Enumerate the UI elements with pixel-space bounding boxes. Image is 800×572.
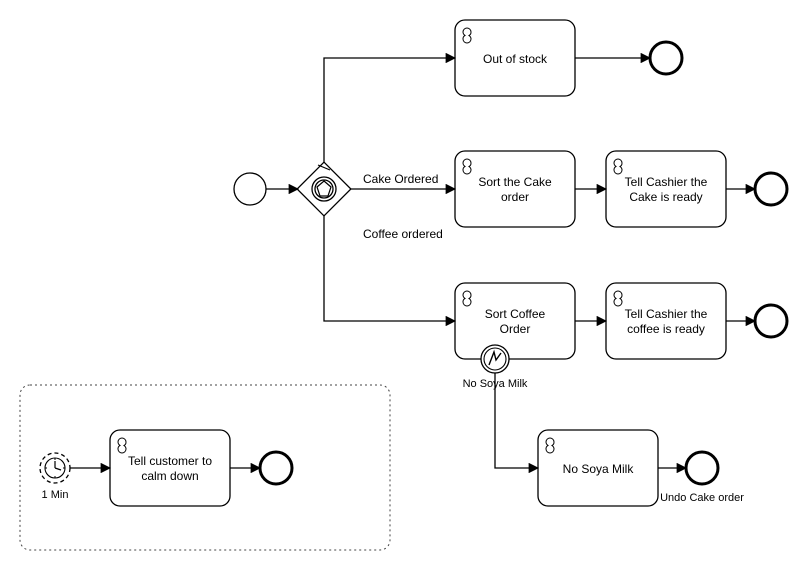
task-calm-label-2: calm down xyxy=(141,469,198,483)
label-undo-cake: Undo Cake order xyxy=(660,492,744,504)
end-event-calm[interactable] xyxy=(260,452,292,484)
end-event-coffee[interactable] xyxy=(755,305,787,337)
task-tell-cake[interactable]: Tell Cashier the Cake is ready Tell Cash… xyxy=(606,151,726,227)
task-no-soya[interactable]: No Soya Milk xyxy=(538,430,658,506)
task-no-soya-label: No Soya Milk xyxy=(563,462,635,476)
end-event-stock[interactable] xyxy=(650,42,682,74)
task-sort-cake-label-2: order xyxy=(501,190,529,204)
task-tell-coffee-label-2: coffee is ready xyxy=(627,322,705,336)
end-event-no-soya[interactable] xyxy=(686,452,718,484)
end-event-cake[interactable] xyxy=(755,173,787,205)
bpmn-diagram: Out of stock Sort the Cake order Sort th… xyxy=(0,0,800,572)
task-sort-coffee[interactable]: Sort Coffee Order Sort Coffee Order xyxy=(455,283,575,359)
task-out-of-stock-label: Out of stock xyxy=(483,52,548,66)
start-event[interactable] xyxy=(234,173,266,205)
task-sort-cake-label-1: Sort the Cake xyxy=(478,175,552,189)
task-calm-label-1: Tell customer to xyxy=(128,454,212,468)
task-tell-cake-label-1: Tell Cashier the xyxy=(625,175,708,189)
task-sort-coffee-label-2: Order xyxy=(500,322,531,336)
label-cake-ordered: Cake Ordered xyxy=(363,172,438,186)
task-tell-coffee-label-1: Tell Cashier the xyxy=(625,307,708,321)
task-tell-coffee[interactable]: Tell Cashier the coffee is ready Tell Ca… xyxy=(606,283,726,359)
task-calm-down[interactable]: Tell customer to calm down Tell customer… xyxy=(110,430,230,506)
label-coffee-ordered: Coffee ordered xyxy=(363,227,443,241)
task-sort-coffee-label-1: Sort Coffee xyxy=(485,307,546,321)
boundary-error-no-soya[interactable] xyxy=(481,345,509,373)
label-one-min: 1 Min xyxy=(42,489,69,501)
timer-start-event[interactable] xyxy=(40,453,70,483)
task-out-of-stock[interactable]: Out of stock xyxy=(455,20,575,96)
flow-gw-stock xyxy=(324,58,455,163)
task-sort-cake[interactable]: Sort the Cake order Sort the Cake order xyxy=(455,151,575,227)
task-tell-cake-label-2: Cake is ready xyxy=(629,190,702,204)
event-gateway[interactable] xyxy=(297,162,351,216)
